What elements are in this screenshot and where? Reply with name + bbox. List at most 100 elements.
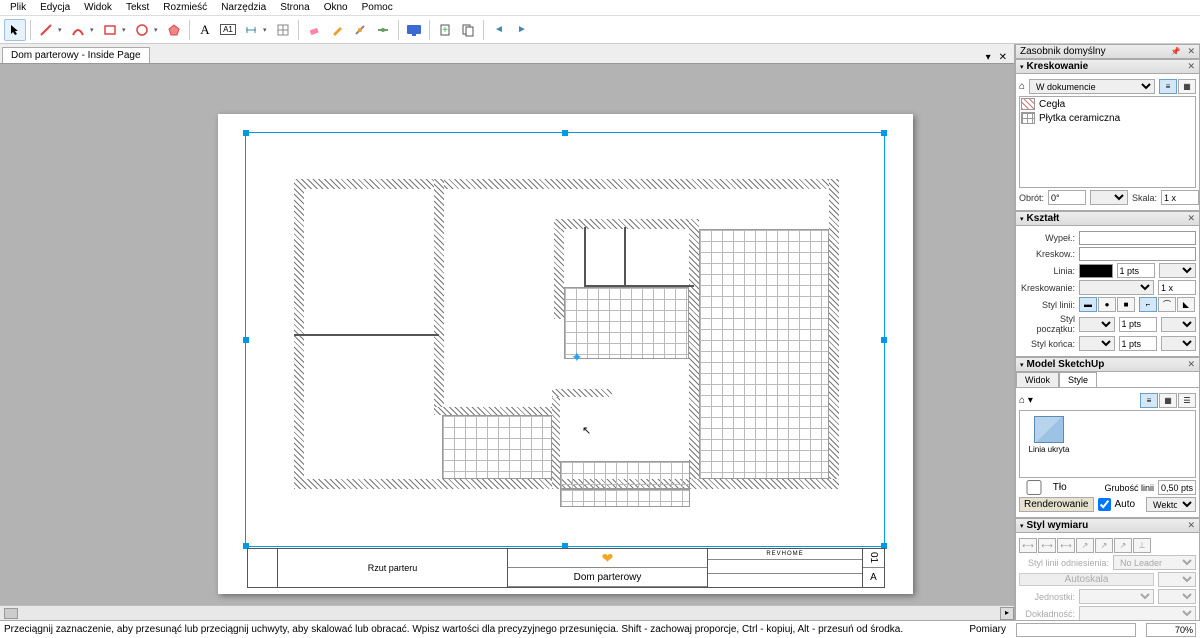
presentation-icon[interactable] <box>403 19 425 41</box>
dimension-tool[interactable] <box>240 19 262 41</box>
prev-page-icon[interactable]: ◄ <box>488 19 510 41</box>
close-tray-icon[interactable]: ✕ <box>1187 46 1195 57</box>
menu-pomoc[interactable]: Pomoc <box>356 1 399 14</box>
end-size-input[interactable] <box>1119 336 1157 351</box>
auto-render-checkbox[interactable] <box>1098 497 1111 512</box>
resize-handle[interactable] <box>881 337 887 343</box>
dash-scale-input[interactable] <box>1158 280 1196 295</box>
lineend-flat-icon[interactable]: ▬ <box>1079 297 1097 312</box>
panel-model-header[interactable]: ▾ Model SketchUp ✕ <box>1015 357 1200 372</box>
eraser-tool[interactable] <box>303 19 325 41</box>
pin-icon[interactable]: 📌 <box>1170 47 1180 56</box>
menu-widok[interactable]: Widok <box>78 1 118 14</box>
collapse-icon[interactable]: ▾ <box>1020 215 1024 223</box>
start-arrow-select[interactable] <box>1079 317 1115 332</box>
resize-handle[interactable] <box>881 130 887 136</box>
text-tool[interactable]: A <box>194 19 216 41</box>
hatch-scope-select[interactable]: W dokumencie <box>1029 79 1155 94</box>
arc-tool-menu[interactable]: ▾ <box>90 26 98 34</box>
rect-tool-menu[interactable]: ▾ <box>122 26 130 34</box>
menu-okno[interactable]: Okno <box>318 1 354 14</box>
style-tool[interactable] <box>326 19 348 41</box>
copy-page-icon[interactable] <box>457 19 479 41</box>
rotation-select[interactable] <box>1090 190 1128 205</box>
style-thumbnail[interactable]: Linia ukryta <box>1024 415 1074 455</box>
resize-handle[interactable] <box>562 130 568 136</box>
details-icon[interactable]: ☰ <box>1178 393 1196 408</box>
document-tab[interactable]: Dom parterowy - Inside Page <box>2 47 150 63</box>
line-tool-menu[interactable]: ▾ <box>58 26 66 34</box>
menu-strona[interactable]: Strona <box>274 1 315 14</box>
scroll-right-icon[interactable]: ▸ <box>1000 607 1014 620</box>
tab-view[interactable]: Widok <box>1016 372 1059 387</box>
zoom-input[interactable] <box>1146 623 1196 637</box>
tab-style[interactable]: Style <box>1059 372 1097 387</box>
panel-shape-header[interactable]: ▾ Kształt ✕ <box>1015 211 1200 226</box>
tab-dropdown-icon[interactable]: ▾ <box>983 52 994 63</box>
hatch-item[interactable]: Cegła <box>1020 97 1195 111</box>
lineend-round-icon[interactable]: ● <box>1098 297 1116 312</box>
close-panel-icon[interactable]: ✕ <box>1187 359 1195 370</box>
start-size-input[interactable] <box>1119 317 1157 332</box>
join-tool[interactable] <box>372 19 394 41</box>
circle-tool[interactable] <box>131 19 153 41</box>
tab-close-icon[interactable]: ✕ <box>996 52 1010 63</box>
dash-select[interactable] <box>1079 280 1154 295</box>
close-panel-icon[interactable]: ✕ <box>1187 61 1195 72</box>
split-tool[interactable] <box>349 19 371 41</box>
resize-handle[interactable] <box>243 130 249 136</box>
lineweight-input[interactable] <box>1158 480 1196 495</box>
next-page-icon[interactable]: ► <box>511 19 533 41</box>
table-tool[interactable] <box>272 19 294 41</box>
end-arrow-select[interactable] <box>1079 336 1115 351</box>
menu-plik[interactable]: Plik <box>4 1 32 14</box>
menu-narzedzia[interactable]: Narzędzia <box>215 1 272 14</box>
menu-tekst[interactable]: Tekst <box>120 1 155 14</box>
grid-view-icon[interactable]: ▦ <box>1159 393 1177 408</box>
polygon-tool[interactable] <box>163 19 185 41</box>
hatch-swatch[interactable] <box>1079 247 1196 261</box>
resize-handle[interactable] <box>243 337 249 343</box>
rect-tool[interactable] <box>99 19 121 41</box>
line-tool[interactable] <box>35 19 57 41</box>
line-color-swatch[interactable] <box>1079 264 1113 278</box>
tray-header[interactable]: Zasobnik domyślny 📌 ✕ <box>1015 44 1200 59</box>
linejoin-bevel-icon[interactable]: ◣ <box>1177 297 1195 312</box>
fill-swatch[interactable] <box>1079 231 1196 245</box>
home-icon[interactable]: ⌂ ▾ <box>1019 395 1033 406</box>
grid-view-icon[interactable]: ▦ <box>1178 79 1196 94</box>
collapse-icon[interactable]: ▾ <box>1020 63 1024 71</box>
render-button[interactable]: Renderowanie <box>1019 497 1094 512</box>
list-view-icon[interactable]: ≡ <box>1159 79 1177 94</box>
panel-dim-header[interactable]: ▾ Styl wymiaru ✕ <box>1015 518 1200 533</box>
collapse-icon[interactable]: ▾ <box>1020 522 1024 530</box>
dim-tool-menu[interactable]: ▾ <box>263 26 271 34</box>
measurement-input[interactable] <box>1016 623 1136 637</box>
start-size-select[interactable] <box>1161 317 1197 332</box>
drawing-viewport[interactable]: ✦ ↖ Rzut parteru ❤ Dom parterowy REVHOME <box>0 64 1014 605</box>
end-size-select[interactable] <box>1161 336 1197 351</box>
linejoin-round-icon[interactable]: ⌒ <box>1158 297 1176 312</box>
close-panel-icon[interactable]: ✕ <box>1187 213 1195 224</box>
linejoin-miter-icon[interactable]: ⌐ <box>1139 297 1157 312</box>
add-page-icon[interactable]: + <box>434 19 456 41</box>
rotation-input[interactable] <box>1048 190 1086 205</box>
hatch-item[interactable]: Płytka ceramiczna <box>1020 111 1195 125</box>
panel-hatching-header[interactable]: ▾ Kreskowanie ✕ <box>1015 59 1200 74</box>
line-weight-select[interactable] <box>1159 263 1197 278</box>
menu-rozmiesc[interactable]: Rozmieść <box>157 1 213 14</box>
lineend-square-icon[interactable]: ■ <box>1117 297 1135 312</box>
home-icon[interactable]: ⌂ <box>1019 81 1025 92</box>
horizontal-scrollbar[interactable]: ▸ <box>0 605 1014 620</box>
render-mode-select[interactable]: Wektor <box>1146 497 1196 512</box>
menu-edycja[interactable]: Edycja <box>34 1 76 14</box>
select-tool[interactable] <box>4 19 26 41</box>
list-view-icon[interactable]: ≡ <box>1140 393 1158 408</box>
label-tool[interactable]: A1 <box>217 19 239 41</box>
arc-tool[interactable] <box>67 19 89 41</box>
circle-tool-menu[interactable]: ▾ <box>154 26 162 34</box>
scale-input[interactable] <box>1161 190 1199 205</box>
line-weight-input[interactable] <box>1117 263 1155 278</box>
close-panel-icon[interactable]: ✕ <box>1187 520 1195 531</box>
scroll-thumb[interactable] <box>4 608 18 619</box>
